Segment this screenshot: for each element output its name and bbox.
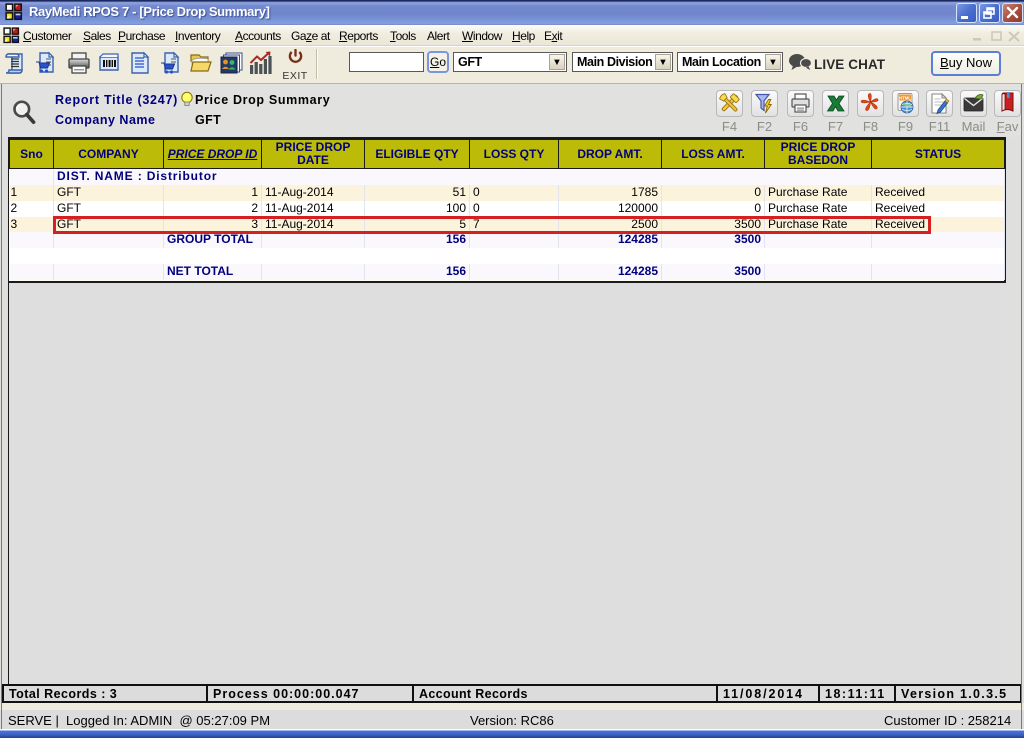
- svg-text:HTML: HTML: [899, 95, 911, 100]
